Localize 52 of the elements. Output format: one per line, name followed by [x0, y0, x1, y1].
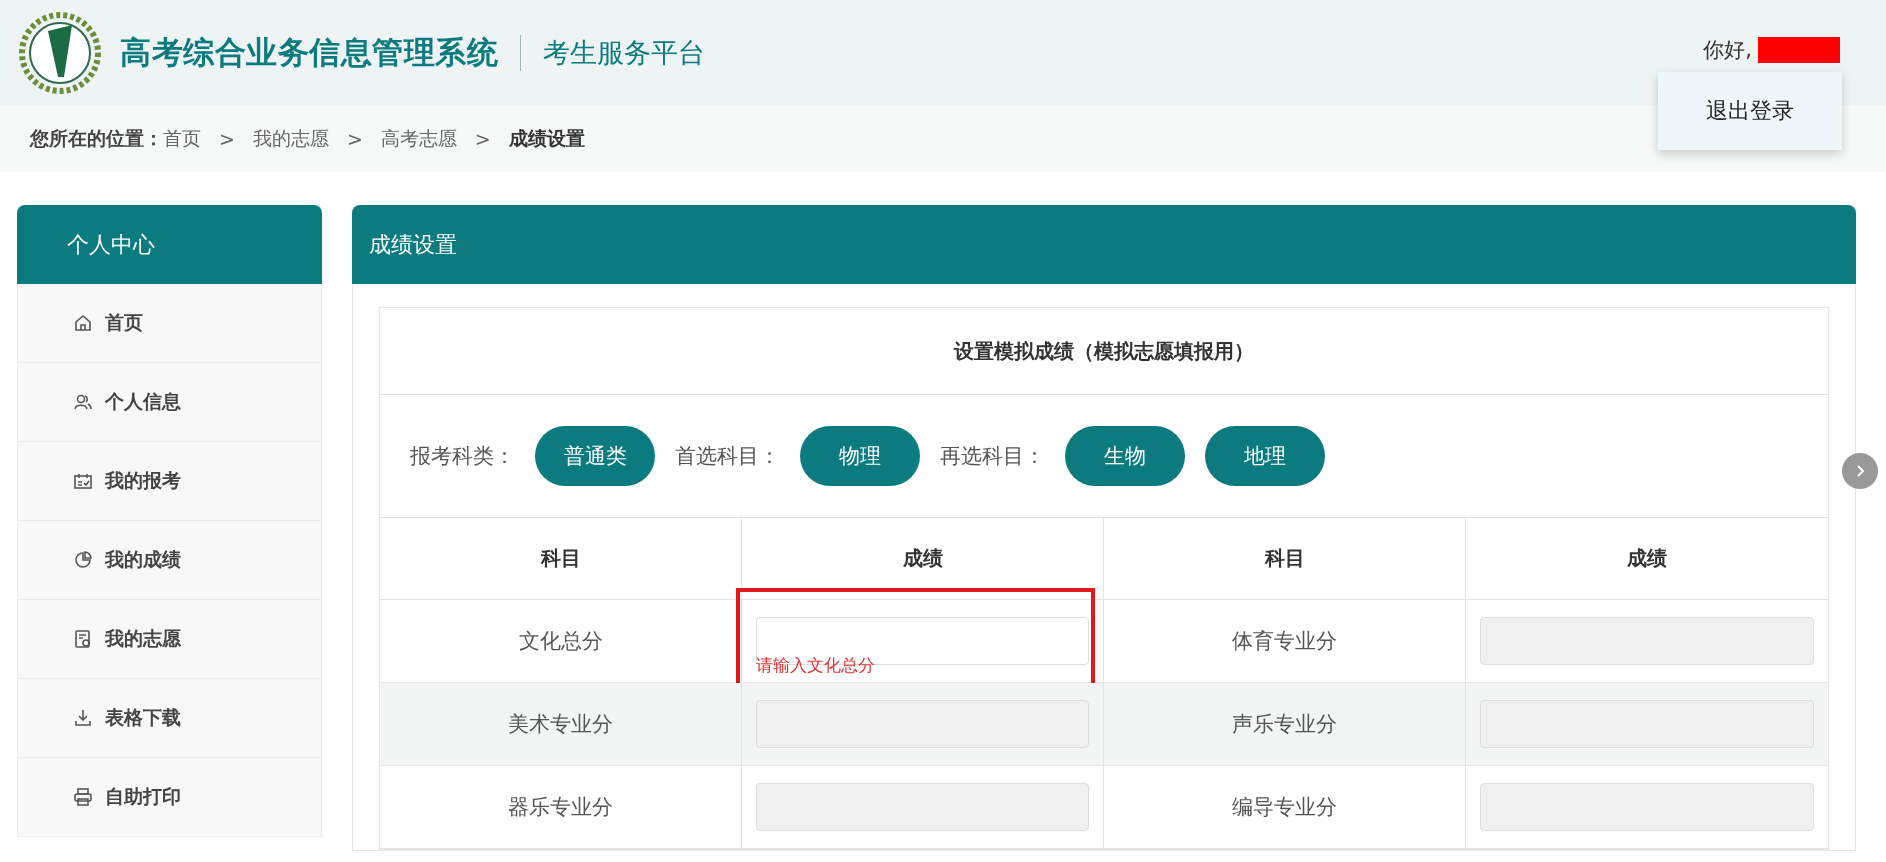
sidebar-header: 个人中心 — [17, 205, 322, 284]
sidebar-item[interactable]: 我的成绩 — [17, 521, 322, 600]
sidebar-item[interactable]: 首页 — [17, 284, 322, 363]
subject-cell: 美术专业分 — [380, 683, 742, 766]
sidebar-item-label: 自助打印 — [105, 784, 181, 809]
subject-chip[interactable]: 生物 — [1065, 426, 1185, 486]
document-icon — [73, 629, 93, 649]
error-message: 请输入文化总分 — [756, 654, 875, 677]
subject-cell: 器乐专业分 — [380, 766, 742, 849]
subject-chip[interactable]: 地理 — [1205, 426, 1325, 486]
choice-label: 报考科类： — [410, 443, 515, 470]
logout-button[interactable]: 退出登录 — [1700, 95, 1800, 127]
card-title: 设置模拟成绩（模拟志愿填报用） — [380, 308, 1828, 395]
greeting-text: 你好, — [1703, 37, 1752, 64]
sidebar-item-label: 我的成绩 — [105, 547, 181, 572]
sidebar-item-label: 表格下载 — [105, 705, 181, 730]
sidebar-item[interactable]: 个人信息 — [17, 363, 322, 442]
system-title: 高考综合业务信息管理系统 — [120, 32, 498, 72]
platform-subtitle: 考生服务平台 — [543, 35, 705, 70]
printer-icon — [73, 787, 93, 807]
subject-cell: 体育专业分 — [1104, 600, 1466, 683]
logo-icon — [18, 10, 102, 95]
panel-header: 成绩设置 — [352, 205, 1856, 284]
sidebar-item[interactable]: 自助打印 — [17, 758, 322, 837]
breadcrumb-label: 您所在的位置： — [30, 125, 163, 151]
home-icon — [73, 313, 93, 333]
sidebar-item-label: 个人信息 — [105, 389, 181, 414]
next-arrow-button[interactable] — [1842, 453, 1878, 489]
subject-cell: 文化总分 — [380, 600, 742, 683]
breadcrumb-separator: > — [346, 127, 363, 150]
sidebar-item-label: 我的报考 — [105, 468, 181, 493]
sidebar-item[interactable]: 我的志愿 — [17, 600, 322, 679]
download-icon — [73, 708, 93, 728]
sidebar-item[interactable]: 我的报考 — [17, 442, 322, 521]
pie-chart-icon — [73, 550, 93, 570]
breadcrumb-separator: > — [219, 127, 235, 150]
choice-label: 首选科目： — [675, 443, 780, 470]
subject-chip[interactable]: 普通类 — [535, 426, 655, 486]
breadcrumb-link[interactable]: 首页 — [163, 125, 201, 152]
breadcrumb-link[interactable]: 高考志愿 — [380, 125, 457, 152]
sidebar-item-label: 我的志愿 — [105, 626, 181, 651]
breadcrumb-separator: > — [474, 127, 491, 150]
subject-cell: 声乐专业分 — [1104, 683, 1466, 766]
choice-label: 再选科目： — [940, 443, 1045, 470]
calendar-icon — [73, 471, 93, 491]
people-icon — [73, 392, 93, 412]
breadcrumb-link[interactable]: 成绩设置 — [508, 125, 585, 152]
subject-cell: 编导专业分 — [1104, 766, 1466, 849]
sidebar-item-label: 首页 — [105, 310, 143, 335]
subject-chip[interactable]: 物理 — [800, 426, 920, 486]
sidebar-item[interactable]: 表格下载 — [17, 679, 322, 758]
breadcrumb-link[interactable]: 我的志愿 — [252, 125, 329, 152]
